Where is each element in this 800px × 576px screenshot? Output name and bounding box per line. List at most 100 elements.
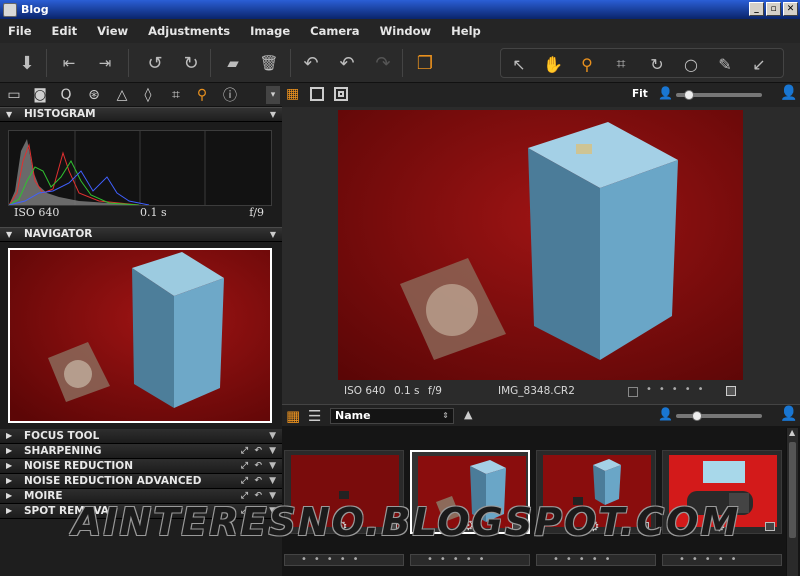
exposure-icon[interactable]: △: [112, 86, 132, 104]
color-tag-box[interactable]: [628, 387, 638, 397]
redo-icon[interactable]: ↷: [370, 51, 396, 75]
section-menu-icon[interactable]: ▼: [269, 429, 276, 443]
color-icon[interactable]: ⊛: [84, 86, 104, 104]
viewer-iso: ISO 640: [344, 385, 386, 397]
tool-noise-reduction[interactable]: ▶ NOISE REDUCTION ⤢ ↶ ▼: [0, 459, 282, 474]
tool-label: FOCUS TOOL: [24, 430, 100, 442]
menu-window[interactable]: Window: [380, 24, 432, 38]
copy-apply-icon[interactable]: ⤢: [241, 459, 248, 473]
grid-view-icon[interactable]: ▦: [286, 87, 300, 101]
rating-dots[interactable]: •••••: [646, 384, 711, 395]
viewer-info-bar: ISO 640 0.1 s f/9 IMG_8348.CR2 •••••: [282, 383, 800, 401]
minimize-button[interactable]: _: [749, 2, 764, 16]
crop-icon[interactable]: ⌗: [609, 53, 633, 75]
spot-icon[interactable]: ○: [679, 53, 703, 75]
thumbnail-1-rating[interactable]: •••••: [284, 554, 404, 566]
undo-icon[interactable]: ↶: [334, 51, 360, 75]
annotate-icon[interactable]: ↙: [747, 53, 771, 75]
maximize-button[interactable]: ▫: [766, 2, 781, 16]
trash-icon[interactable]: 🗑: [256, 51, 282, 75]
reset-icon[interactable]: ↶: [254, 459, 262, 473]
app-icon: [3, 2, 17, 17]
copy-apply-icon[interactable]: ⤢: [241, 444, 248, 458]
list-view-icon[interactable]: ☰: [308, 407, 321, 425]
undo-all-icon[interactable]: ↶: [298, 51, 324, 75]
menu-bar: File Edit View Adjustments Image Camera …: [0, 19, 800, 43]
thumbnail-4-rating[interactable]: •••••: [662, 554, 782, 566]
picker-icon[interactable]: ✎: [713, 53, 737, 75]
thumb-size-slider[interactable]: [676, 414, 762, 418]
new-folder-icon[interactable]: ▰: [220, 51, 246, 75]
reset-icon[interactable]: ↶: [254, 444, 262, 458]
main-image[interactable]: [338, 110, 743, 380]
navigator-header[interactable]: ▼ NAVIGATOR ▼: [0, 227, 282, 242]
menu-help[interactable]: Help: [451, 24, 481, 38]
tabs-menu-icon[interactable]: ▾: [266, 86, 280, 104]
browser-scrollbar[interactable]: ▲: [786, 428, 798, 576]
camera-icon[interactable]: ◙: [30, 86, 50, 104]
pan-hand-icon[interactable]: ✋: [541, 53, 565, 75]
crop-tab-icon[interactable]: ⌗: [166, 86, 186, 104]
import-icon[interactable]: ⬇: [14, 51, 40, 75]
menu-adjustments[interactable]: Adjustments: [148, 24, 230, 38]
rotate-left-icon[interactable]: ↺: [142, 51, 168, 75]
menu-view[interactable]: View: [97, 24, 128, 38]
metadata-icon[interactable]: ⓘ: [220, 86, 240, 104]
section-menu-icon[interactable]: ▼: [269, 474, 276, 488]
menu-image[interactable]: Image: [250, 24, 290, 38]
tool-tabs: ▭ ◙ Q ⊛ △ ◊ ⌗ ⚲ ⓘ ▾: [0, 83, 282, 107]
viewer-aperture: f/9: [428, 385, 442, 397]
histogram-header[interactable]: ▼ HISTOGRAM ▼: [0, 107, 282, 122]
library-icon[interactable]: ▭: [4, 86, 24, 104]
zoom-slider-knob[interactable]: [684, 90, 694, 100]
menu-file[interactable]: File: [8, 24, 32, 38]
lens-icon[interactable]: ◊: [138, 86, 158, 104]
viewer-filename: IMG_8348.CR2: [498, 385, 575, 397]
sort-select[interactable]: Name ⇕: [330, 408, 454, 424]
select-cursor-icon[interactable]: ↖: [507, 53, 531, 75]
menu-edit[interactable]: Edit: [52, 24, 78, 38]
section-menu-icon[interactable]: ▼: [269, 444, 276, 458]
viewer-toolbar: ▦ Fit 👤 👤: [282, 83, 800, 107]
navigator-preview[interactable]: [8, 248, 272, 423]
section-menu-icon[interactable]: ▼: [269, 459, 276, 473]
copy-apply-icon[interactable]: ⤢: [241, 474, 248, 488]
thumb-size-knob[interactable]: [692, 411, 702, 421]
details-icon[interactable]: ⚲: [192, 86, 212, 104]
tool-sharpening[interactable]: ▶ SHARPENING ⤢ ↶ ▼: [0, 444, 282, 459]
reset-icon[interactable]: ↶: [254, 474, 262, 488]
single-view-icon[interactable]: [310, 87, 324, 101]
rotate-right-icon[interactable]: ↻: [178, 51, 204, 75]
tool-noise-reduction-advanced[interactable]: ▶ NOISE REDUCTION ADVANCED ⤢ ↶ ▼: [0, 474, 282, 489]
tool-label: NOISE REDUCTION: [24, 460, 133, 472]
cursor-tools-group: ↖ ✋ ⚲ ⌗ ↻ ○ ✎ ↙: [500, 48, 784, 78]
expand-icon: ▶: [6, 476, 13, 485]
capture-icon[interactable]: ⇤: [56, 51, 82, 75]
multi-view-icon[interactable]: [334, 87, 348, 101]
browser-toolbar: ▦ ☰ Name ⇕ ▲ 👤 👤: [282, 404, 800, 426]
thumbnail-2-rating[interactable]: •••••: [410, 554, 530, 566]
info-lines-icon[interactable]: [726, 386, 736, 396]
stack-icon[interactable]: ❐: [412, 51, 438, 75]
close-button[interactable]: ✕: [783, 2, 798, 16]
scroll-thumb[interactable]: [789, 442, 796, 538]
person-large-icon: 👤: [780, 85, 798, 101]
process-icon[interactable]: ⇥: [92, 51, 118, 75]
thumbnail-3-rating[interactable]: •••••: [536, 554, 656, 566]
zoom-fit-label[interactable]: Fit: [632, 88, 648, 100]
zoom-icon[interactable]: ⚲: [575, 53, 599, 75]
menu-camera[interactable]: Camera: [310, 24, 359, 38]
section-menu-icon[interactable]: ▼: [270, 108, 276, 121]
rotate-icon[interactable]: ↻: [645, 53, 669, 75]
expand-icon: ▶: [6, 431, 13, 440]
scroll-up-icon[interactable]: ▲: [789, 428, 795, 437]
thumbnail-grid-icon[interactable]: ▦: [286, 407, 300, 425]
info-lines-icon[interactable]: [765, 522, 775, 531]
sort-ascending-icon[interactable]: ▲: [464, 408, 472, 421]
section-menu-icon[interactable]: ▼: [270, 228, 276, 241]
tool-focus[interactable]: ▶ FOCUS TOOL ▼: [0, 429, 282, 444]
spinner-icon[interactable]: ⇕: [442, 409, 449, 423]
quick-icon[interactable]: Q: [56, 86, 76, 104]
shutter-value: 0.1 s: [140, 206, 167, 219]
viewer-shutter: 0.1 s: [394, 385, 420, 397]
